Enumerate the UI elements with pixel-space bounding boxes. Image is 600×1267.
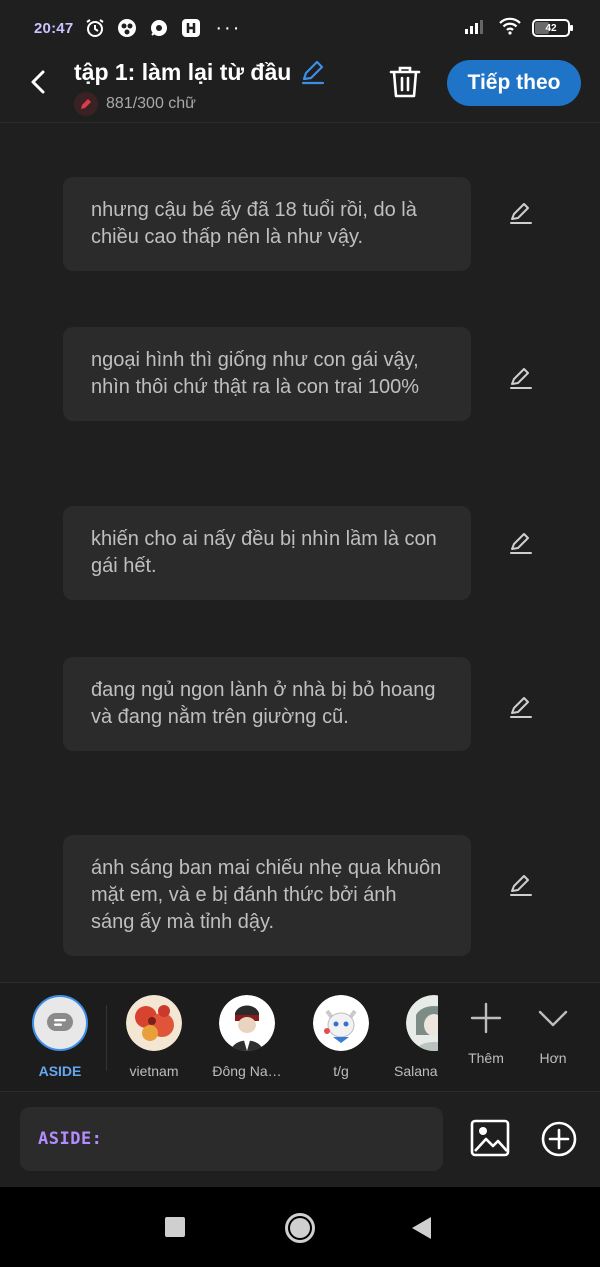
back-button[interactable] — [26, 66, 50, 98]
character-name: ASIDE — [38, 1063, 82, 1079]
plus-circle-icon — [541, 1121, 577, 1157]
insert-image-button[interactable] — [470, 1119, 510, 1162]
character-name: Salana — [394, 1063, 438, 1079]
more-notifications-icon: ··· — [215, 17, 242, 39]
image-icon — [470, 1119, 510, 1157]
character-name: Đông Na… — [212, 1063, 282, 1079]
character-salana[interactable]: Salana — [394, 995, 438, 1079]
character-dong-na[interactable]: Đông Na… — [207, 995, 287, 1079]
pencil-icon — [74, 92, 98, 116]
collapse-button[interactable]: Hơn — [523, 1001, 583, 1066]
speaker-prefix: ASIDE: — [38, 1129, 103, 1149]
system-nav-bar — [0, 1187, 600, 1267]
status-time: 20:47 — [34, 19, 74, 37]
message-text: ngoại hình thì giống như con gái vậy, nh… — [91, 349, 420, 398]
recents-button[interactable] — [165, 1217, 185, 1237]
edit-message-icon[interactable] — [508, 872, 534, 903]
chat-icon — [149, 18, 169, 38]
avatar — [126, 995, 182, 1051]
story-message[interactable]: khiến cho ai nấy đều bị nhìn lầm là con … — [63, 506, 471, 600]
story-message[interactable]: ngoại hình thì giống như con gái vậy, nh… — [63, 327, 471, 421]
character-vietnam[interactable]: vietnam — [114, 995, 194, 1079]
story-message[interactable]: ánh sáng ban mai chiếu nhẹ qua khuôn mặt… — [63, 835, 471, 956]
divider — [106, 1005, 107, 1071]
back-nav-button[interactable] — [412, 1217, 431, 1239]
header-divider — [0, 122, 600, 123]
edit-message-icon[interactable] — [508, 200, 534, 231]
edit-message-icon[interactable] — [508, 694, 534, 725]
collapse-label: Hơn — [539, 1050, 567, 1066]
edit-title-icon[interactable] — [299, 58, 327, 86]
h-app-icon — [181, 18, 201, 38]
status-bar: 20:47 ··· 42 — [0, 0, 600, 56]
message-text: đang ngủ ngon lành ở nhà bị bỏ hoang và … — [91, 679, 436, 728]
chevron-down-icon — [538, 1010, 568, 1027]
app-header: tập 1: làm lại từ đầu 881/300 chữ Tiếp t… — [0, 56, 600, 122]
alarm-icon — [85, 18, 105, 38]
avatar — [219, 995, 275, 1051]
next-button[interactable]: Tiếp theo — [447, 60, 581, 106]
add-character-label: Thêm — [468, 1050, 504, 1066]
word-count: 881/300 chữ — [106, 95, 196, 112]
edit-message-icon[interactable] — [508, 365, 534, 396]
battery-icon: 42 — [532, 19, 573, 37]
plus-icon — [470, 1002, 502, 1034]
story-message[interactable]: nhưng cậu bé ấy đã 18 tuổi rồi, do là ch… — [63, 177, 471, 271]
character-name: vietnam — [129, 1063, 179, 1079]
message-text: ánh sáng ban mai chiếu nhẹ qua khuôn mặt… — [91, 857, 442, 933]
battery-level: 42 — [545, 22, 557, 34]
character-aside[interactable]: ASIDE — [20, 995, 100, 1079]
avatar — [32, 995, 88, 1051]
character-tg[interactable]: t/g — [301, 995, 381, 1079]
character-name: t/g — [333, 1063, 349, 1079]
app-icon — [117, 18, 137, 38]
add-character-button[interactable]: Thêm — [456, 1001, 516, 1066]
signal-icon — [464, 18, 488, 39]
avatar — [313, 995, 369, 1051]
story-message[interactable]: đang ngủ ngon lành ở nhà bị bỏ hoang và … — [63, 657, 471, 751]
message-text: khiến cho ai nấy đều bị nhìn lầm là con … — [91, 528, 437, 577]
character-selector: ASIDE vietnam Đông Na… t/g Salana Thêm H… — [0, 982, 600, 1092]
title-area: tập 1: làm lại từ đầu 881/300 chữ — [74, 58, 327, 116]
delete-button[interactable] — [388, 64, 422, 105]
avatar — [406, 995, 438, 1051]
page-title: tập 1: làm lại từ đầu — [74, 58, 292, 85]
edit-message-icon[interactable] — [508, 530, 534, 561]
add-button[interactable] — [541, 1121, 577, 1162]
message-input[interactable]: ASIDE: — [20, 1107, 443, 1171]
home-button[interactable] — [285, 1213, 315, 1243]
wifi-icon — [498, 17, 522, 40]
message-text: nhưng cậu bé ấy đã 18 tuổi rồi, do là ch… — [91, 199, 417, 248]
